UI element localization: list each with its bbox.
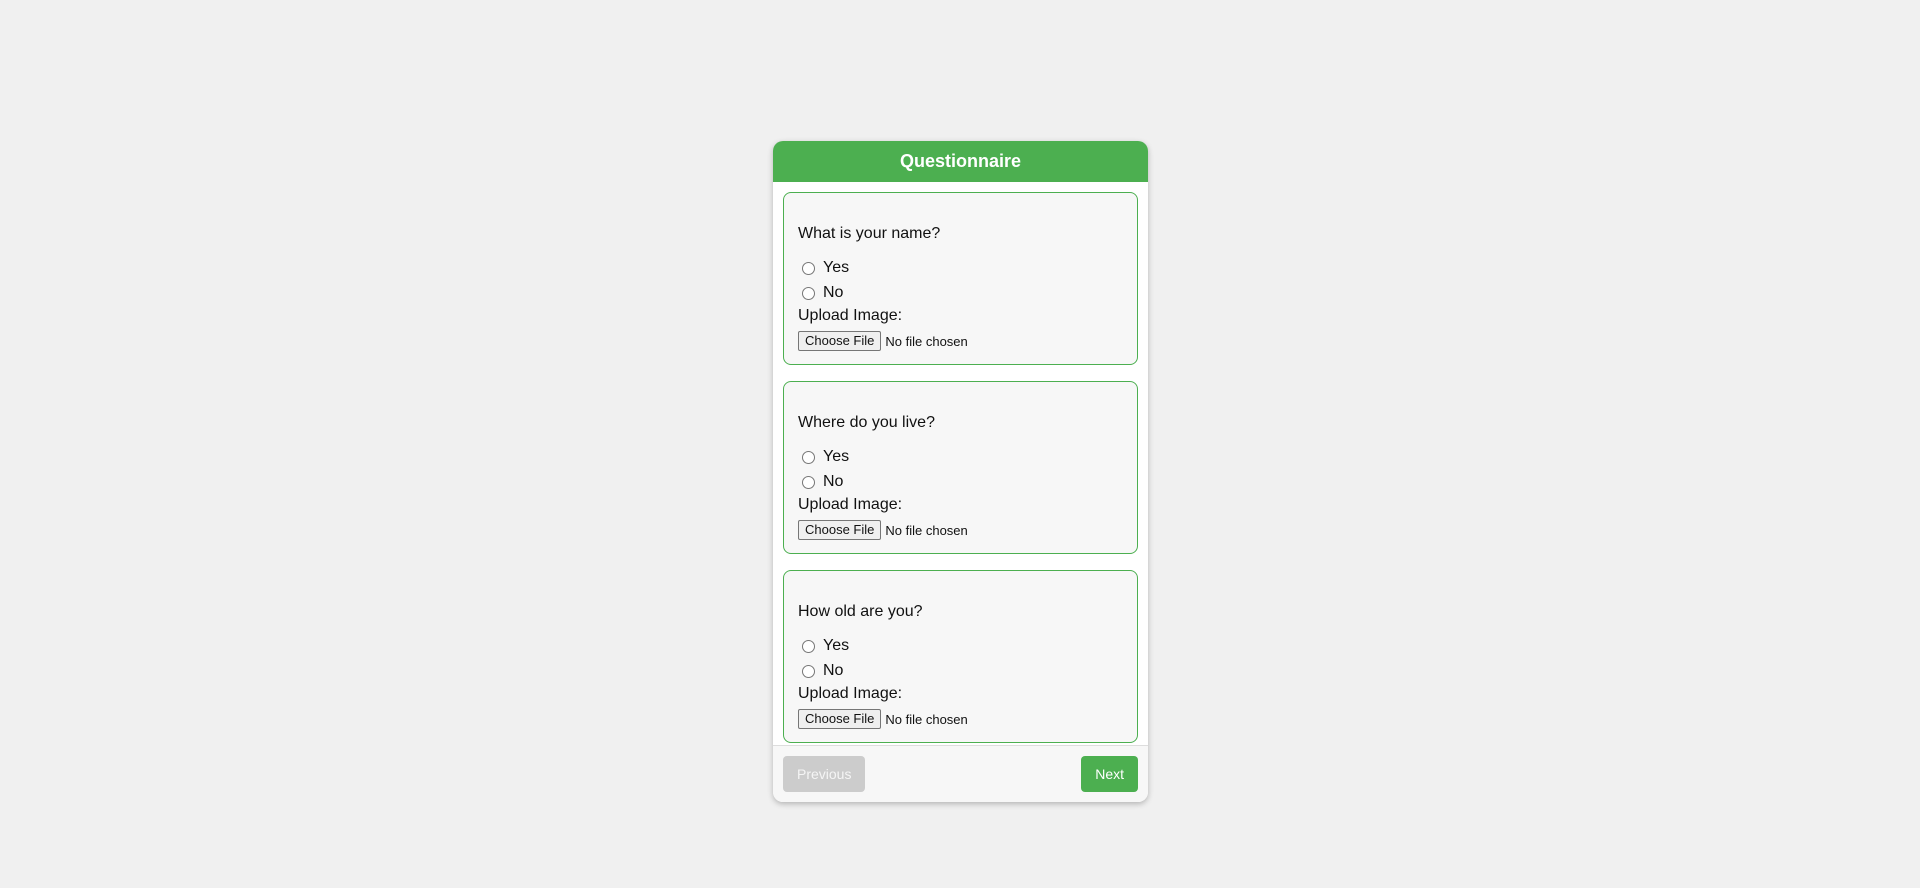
- radio-button[interactable]: [802, 286, 815, 300]
- previous-button[interactable]: Previous: [783, 756, 866, 792]
- upload-label: Upload Image:: [798, 307, 903, 324]
- questionnaire-panel: Questionnaire What is your name? Yes No …: [773, 141, 1148, 802]
- option-label: No: [823, 662, 844, 679]
- option-label: No: [823, 284, 844, 301]
- questions-list: What is your name? Yes No Upload Image: …: [773, 182, 1148, 743]
- question-text: Where do you live?: [798, 414, 935, 431]
- option-no[interactable]: No: [802, 473, 843, 491]
- next-button[interactable]: Next: [1081, 756, 1138, 792]
- file-status: No file chosen: [885, 711, 968, 727]
- option-label: Yes: [823, 259, 850, 276]
- question-card: How old are you? Yes No Upload Image: Ch…: [783, 570, 1138, 743]
- question-text: What is your name?: [798, 225, 941, 242]
- choose-file-button[interactable]: Choose File: [798, 520, 882, 540]
- option-label: Yes: [823, 637, 850, 654]
- file-input[interactable]: Choose File No file chosen: [798, 331, 968, 351]
- option-yes[interactable]: Yes: [802, 448, 849, 466]
- option-yes[interactable]: Yes: [802, 259, 849, 277]
- file-input[interactable]: Choose File No file chosen: [798, 709, 968, 729]
- option-label: Yes: [823, 448, 850, 465]
- radio-button[interactable]: [802, 639, 815, 653]
- radio-button[interactable]: [802, 664, 815, 678]
- navigation-footer: Previous Next: [773, 745, 1148, 802]
- question-card: What is your name? Yes No Upload Image: …: [783, 192, 1138, 365]
- choose-file-button[interactable]: Choose File: [798, 709, 882, 729]
- radio-button[interactable]: [802, 261, 815, 275]
- upload-label: Upload Image:: [798, 496, 903, 513]
- option-yes[interactable]: Yes: [802, 637, 849, 655]
- question-card: Where do you live? Yes No Upload Image: …: [783, 381, 1138, 554]
- radio-button[interactable]: [802, 450, 815, 464]
- radio-button[interactable]: [802, 475, 815, 489]
- option-label: No: [823, 473, 844, 490]
- option-no[interactable]: No: [802, 284, 843, 302]
- choose-file-button[interactable]: Choose File: [798, 331, 882, 351]
- file-status: No file chosen: [885, 522, 968, 538]
- option-no[interactable]: No: [802, 662, 843, 680]
- file-input[interactable]: Choose File No file chosen: [798, 520, 968, 540]
- upload-label: Upload Image:: [798, 685, 903, 702]
- question-text: How old are you?: [798, 603, 923, 620]
- file-status: No file chosen: [885, 333, 968, 349]
- page-title: Questionnaire: [773, 141, 1148, 182]
